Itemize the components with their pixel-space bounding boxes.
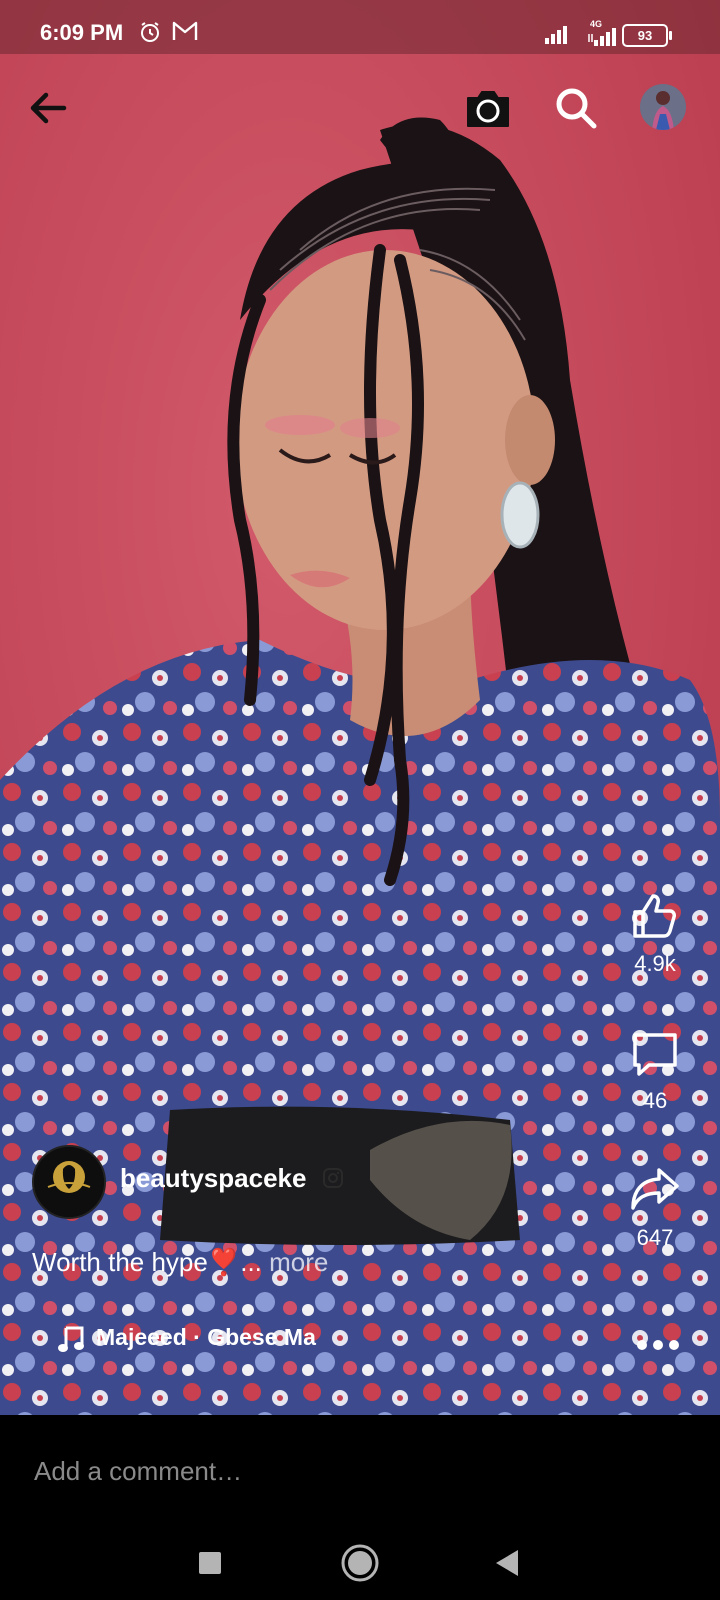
home-icon[interactable] (336, 1539, 384, 1587)
caption-text: Worth the hype (32, 1247, 208, 1277)
caption-more-link[interactable]: more (269, 1247, 328, 1277)
battery-icon: 93 (622, 24, 672, 47)
back-arrow-icon[interactable] (24, 84, 72, 132)
like-count: 4.9k (634, 951, 676, 976)
share-icon (631, 1168, 679, 1210)
top-bar (0, 54, 720, 164)
comment-input[interactable] (32, 1445, 676, 1497)
camera-icon[interactable] (462, 82, 514, 134)
comment-count: 46 (642, 1088, 668, 1113)
comment-icon (633, 1033, 677, 1076)
recent-apps-icon[interactable] (186, 1539, 234, 1587)
comment-bar (0, 1415, 720, 1525)
more-options-icon[interactable] (636, 1338, 680, 1357)
system-nav-bar (0, 1525, 720, 1600)
battery-level: 93 (637, 28, 653, 43)
instagram-icon (322, 1167, 344, 1194)
status-bar: 6:09 PM 4G 93 (0, 0, 720, 54)
search-icon[interactable] (552, 84, 600, 132)
thumbs-up-icon (633, 894, 676, 938)
status-time: 6:09 PM (40, 20, 124, 45)
author-avatar[interactable] (32, 1145, 106, 1219)
post-author[interactable]: beautyspaceke (32, 1145, 412, 1219)
gmail-icon (172, 20, 198, 47)
music-title: Majeeed · Gbese Ma (96, 1324, 316, 1350)
share-count: 647 (636, 1225, 674, 1250)
music-note-icon (58, 1326, 84, 1352)
caption-emoji: ❣️ (207, 1247, 241, 1277)
post-caption[interactable]: Worth the hype❣️... more (32, 1247, 328, 1278)
comment-button[interactable]: 46 (615, 1025, 695, 1114)
caption-ellipsis: ... (240, 1247, 270, 1277)
author-name[interactable]: beautyspaceke (120, 1163, 306, 1194)
profile-avatar[interactable] (640, 84, 686, 130)
like-button[interactable]: 4.9k (615, 888, 695, 977)
alarm-icon (138, 20, 162, 49)
back-icon[interactable] (484, 1539, 532, 1587)
share-button[interactable]: 647 (615, 1162, 695, 1251)
signal-4g-icon (588, 24, 618, 51)
music-ticker[interactable]: Majeeed · Gbese Ma (58, 1320, 338, 1360)
signal-icon (544, 22, 572, 49)
